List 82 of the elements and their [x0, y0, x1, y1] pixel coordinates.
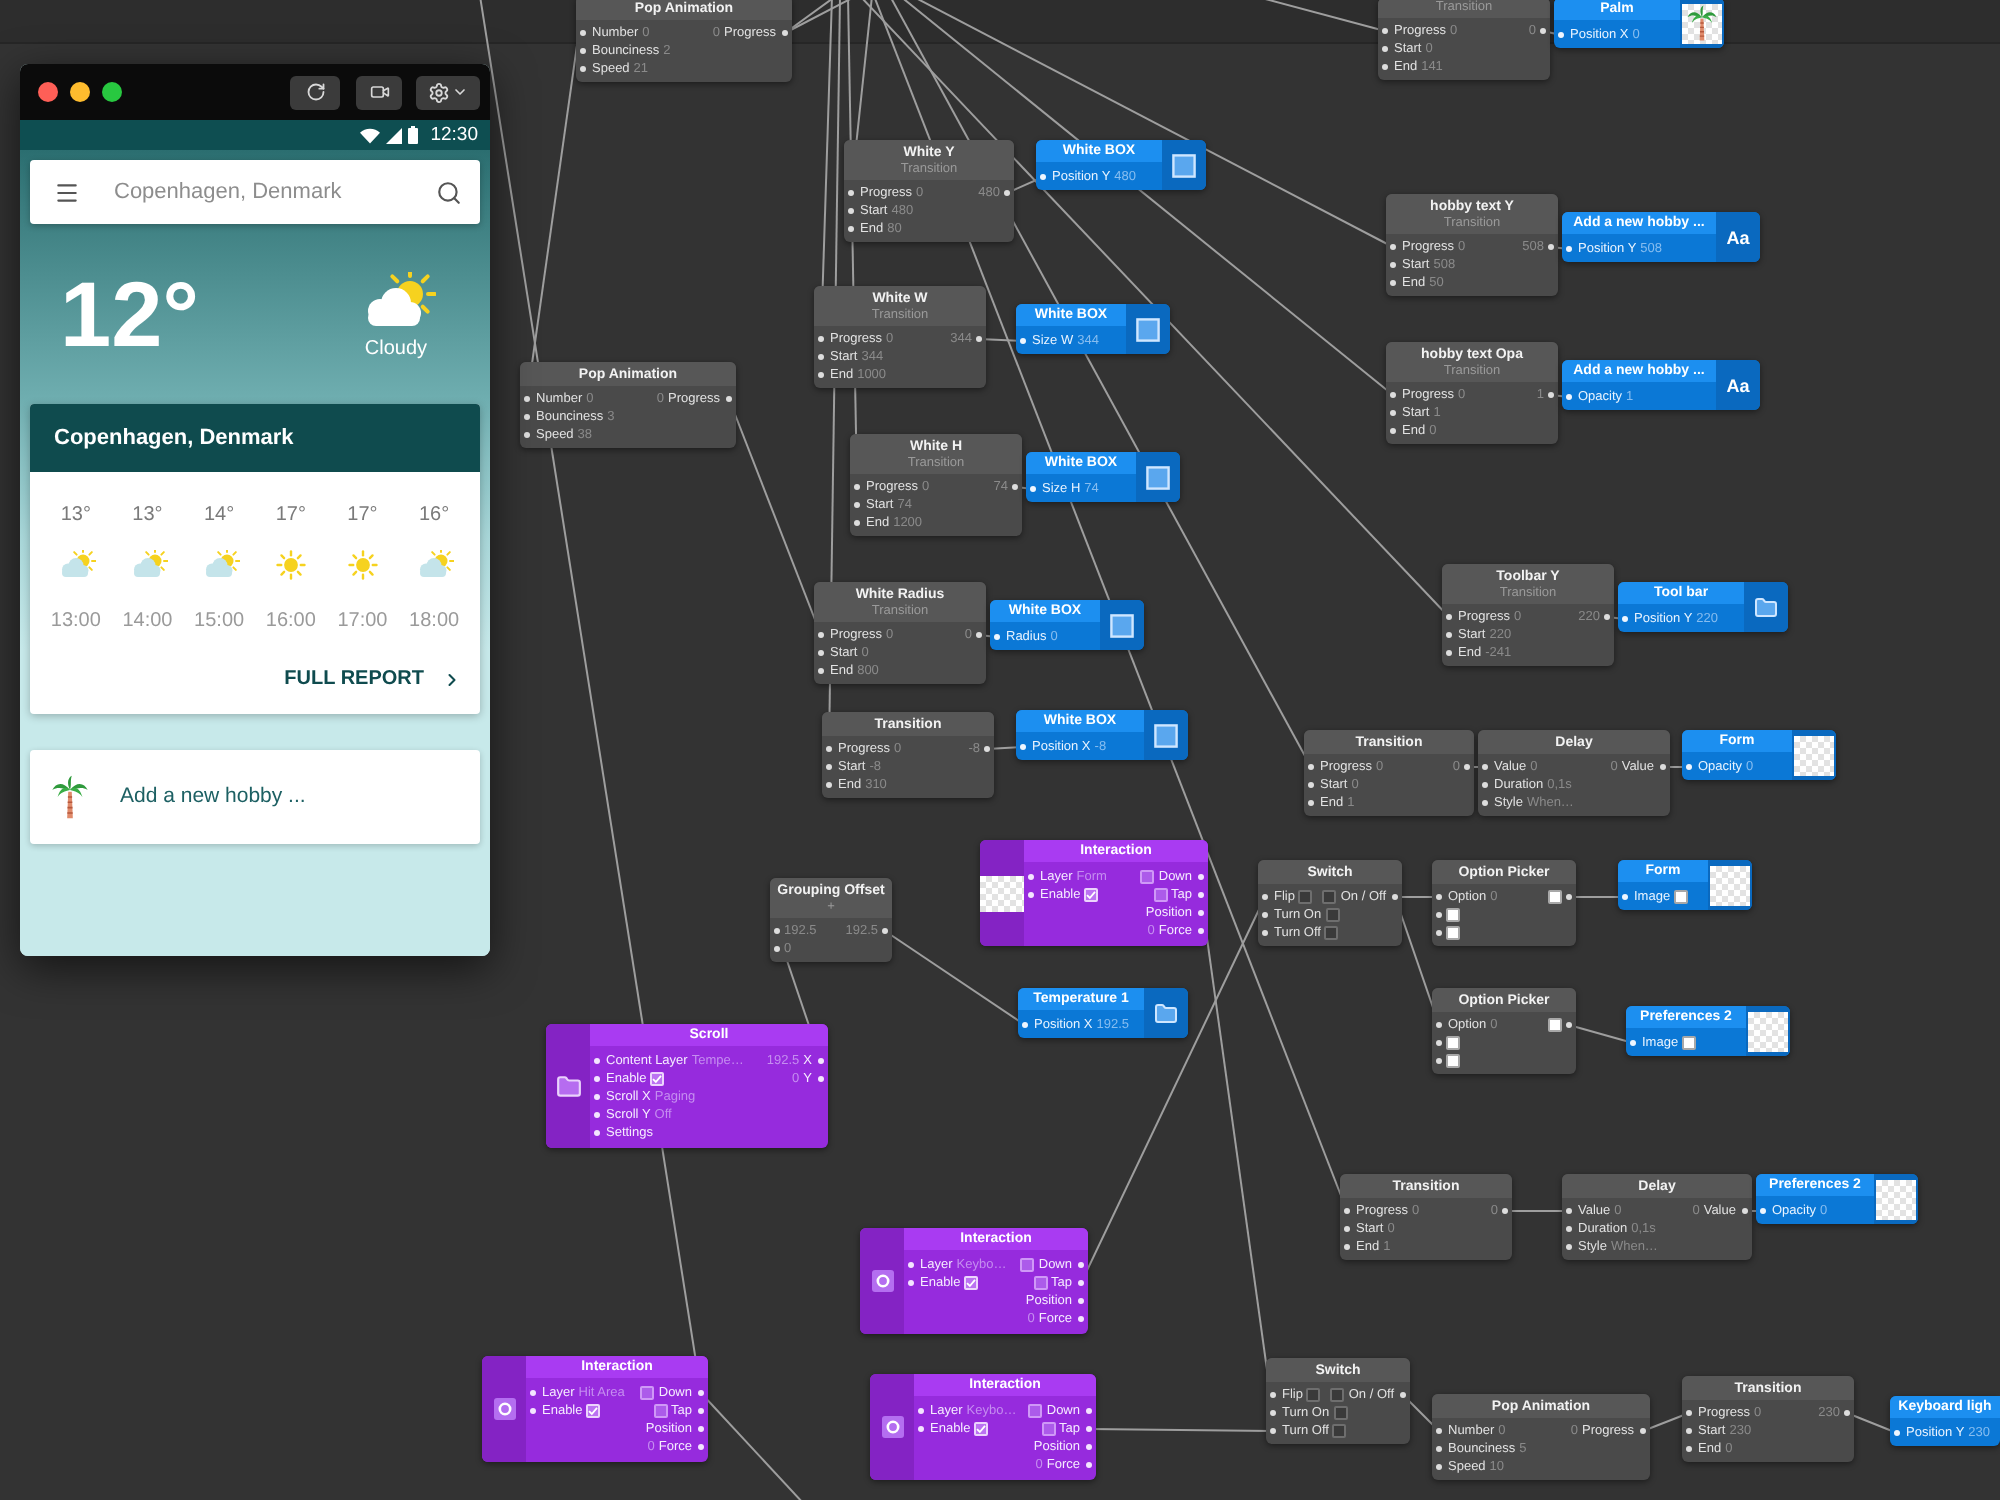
settings-button[interactable]	[416, 75, 480, 109]
checkbox[interactable]	[1140, 870, 1155, 884]
transparent-image-thumbnail	[980, 875, 1024, 911]
partly-cloudy-icon	[414, 550, 455, 578]
checkbox[interactable]	[1020, 1258, 1035, 1272]
folder-icon	[555, 1073, 581, 1099]
video-camera-icon	[367, 82, 391, 102]
text-layer-glyph: Aa	[1726, 375, 1750, 395]
hour-time: 18:00	[409, 610, 460, 634]
battery-icon	[408, 126, 419, 144]
window-close-button[interactable]	[38, 82, 58, 102]
window-minimize-button[interactable]	[70, 82, 90, 102]
menu-icon[interactable]	[54, 179, 80, 205]
check-icon	[1086, 890, 1097, 900]
signal-icon	[386, 127, 403, 143]
image-swatch-icon	[1446, 1036, 1460, 1050]
hour-temperature: 17°	[275, 504, 306, 528]
location-title: Copenhagen, Denmark	[54, 425, 294, 451]
checkbox[interactable]	[1325, 908, 1340, 922]
wifi-icon	[360, 127, 381, 143]
checkbox[interactable]	[1332, 1424, 1347, 1438]
image-swatch-icon	[1446, 926, 1460, 940]
hour-time: 16:00	[265, 610, 316, 634]
check-icon	[966, 1278, 977, 1288]
checkbox[interactable]	[1330, 1388, 1345, 1402]
checkbox[interactable]	[653, 1404, 668, 1418]
checkbox[interactable]	[640, 1386, 655, 1400]
checkbox[interactable]	[1324, 926, 1339, 940]
checkbox[interactable]	[1306, 1388, 1321, 1402]
reload-button[interactable]	[290, 75, 340, 109]
rectangle-layer-icon	[1146, 465, 1170, 489]
search-icon[interactable]	[436, 179, 462, 205]
window-zoom-button[interactable]	[102, 82, 122, 102]
hour-time: 17:00	[337, 610, 388, 634]
hour-temperature: 13°	[132, 504, 163, 528]
add-hobby-button[interactable]: Add a new hobby ...	[30, 750, 480, 844]
hour-temperature: 16°	[419, 504, 450, 528]
touch-ring-icon	[881, 1416, 903, 1438]
current-temperature: 12°	[60, 268, 200, 360]
check-icon	[976, 1424, 987, 1434]
text-layer-glyph: Aa	[1726, 227, 1750, 247]
checkbox[interactable]	[1028, 1404, 1043, 1418]
image-swatch-icon	[1674, 890, 1689, 904]
caret-icon	[452, 84, 468, 100]
record-button[interactable]	[356, 75, 402, 109]
touch-ring-icon	[493, 1398, 515, 1420]
rectangle-layer-icon	[1110, 613, 1134, 637]
sun-icon	[347, 549, 378, 579]
rectangle-layer-icon	[1172, 153, 1196, 177]
palm-tree-icon	[50, 774, 90, 820]
checkbox[interactable]	[1322, 890, 1337, 904]
checkbox[interactable]	[1298, 890, 1313, 904]
image-swatch-icon	[1548, 1018, 1562, 1032]
image-swatch-icon	[1446, 1054, 1460, 1068]
full-report-link[interactable]: FULL REPORT	[284, 668, 462, 692]
status-time: 12:30	[430, 124, 478, 146]
checkbox[interactable]	[1033, 1276, 1048, 1290]
image-swatch-icon	[1446, 908, 1460, 922]
hour-time: 14:00	[122, 610, 173, 634]
search-input[interactable]: Copenhagen, Denmark	[114, 175, 436, 209]
image-swatch-icon	[1548, 890, 1562, 904]
checkbox[interactable]	[1333, 1406, 1348, 1420]
touch-ring-icon	[871, 1270, 893, 1292]
image-swatch-icon	[1682, 1036, 1697, 1050]
rectangle-layer-icon	[1154, 723, 1178, 747]
check-icon	[588, 1406, 599, 1416]
rectangle-layer-icon	[1136, 317, 1160, 341]
hour-time: 13:00	[50, 610, 101, 634]
hour-temperature: 13°	[60, 504, 91, 528]
checkbox[interactable]	[1153, 888, 1168, 902]
checkbox[interactable]	[1041, 1422, 1056, 1436]
check-icon	[652, 1074, 663, 1084]
folder-icon	[1754, 595, 1778, 619]
hour-time: 15:00	[194, 610, 245, 634]
search-field[interactable]: Copenhagen, Denmark	[30, 160, 480, 224]
sun-icon	[275, 549, 306, 579]
reload-icon	[305, 82, 325, 102]
folder-icon	[1154, 1001, 1178, 1025]
weather-condition: Cloudy	[364, 337, 428, 361]
settings-icon	[428, 81, 450, 103]
hour-temperature: 14°	[204, 504, 235, 528]
hour-temperature: 17°	[347, 504, 378, 528]
